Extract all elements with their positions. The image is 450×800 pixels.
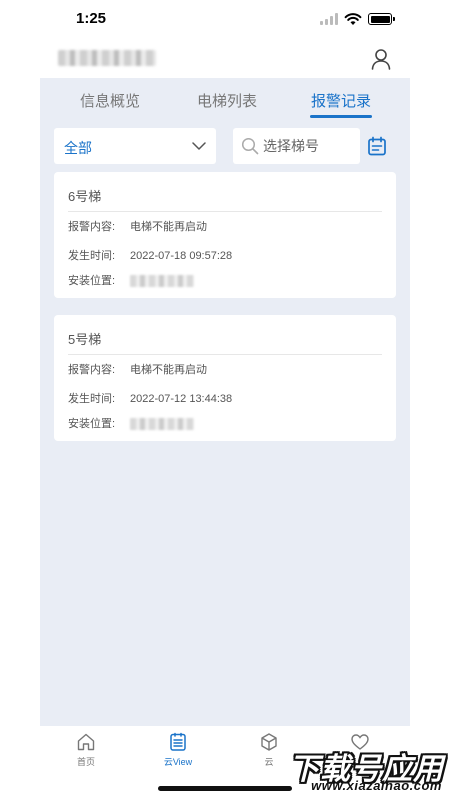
install-location-row: 安装位置: (68, 272, 194, 288)
elevator-search-box (233, 128, 360, 164)
watermark-logo: 下载号应用 www.xiazaihao.com (276, 744, 444, 796)
header-title (58, 50, 156, 66)
tab-overview[interactable]: 信息概览 (80, 90, 140, 111)
wifi-icon (344, 13, 362, 25)
card-elevator-title: 5号梯 (68, 332, 102, 347)
alarm-time-row: 发生时间: 2022-07-12 13:44:38 (68, 390, 232, 406)
status-time: 1:25 (76, 10, 107, 27)
alarm-time-value: 2022-07-18 09:57:28 (130, 250, 233, 262)
alarm-record-card[interactable]: 6号梯 报警内容: 电梯不能再启动 发生时间: 2022-07-18 09:57:2… (54, 172, 396, 298)
status-icons (320, 12, 395, 26)
watermark-url: www.xiazaihao.com (311, 778, 442, 793)
home-icon (77, 733, 95, 751)
card-elevator-title: 6号梯 (68, 189, 102, 204)
nav-home-label: 首页 (76, 757, 95, 767)
install-location-value-blurred (130, 275, 194, 288)
card-divider (68, 211, 382, 212)
battery-icon (368, 13, 395, 25)
nav-home[interactable]: 首页 (56, 732, 116, 768)
install-location-label: 安装位置: (68, 418, 116, 430)
alarm-content-value: 电梯不能再启动 (130, 221, 207, 233)
home-indicator (158, 786, 292, 791)
profile-icon[interactable] (370, 48, 392, 70)
alarm-time-value: 2022-07-12 13:44:38 (130, 393, 233, 405)
alarm-record-card[interactable]: 5号梯 报警内容: 电梯不能再启动 发生时间: 2022-07-12 13:44:3… (54, 315, 396, 441)
nav-cloud-view[interactable]: 云View (148, 732, 208, 768)
tab-bar: 信息概览 电梯列表 报警记录 (40, 78, 410, 122)
filter-select-value: 全部 (64, 140, 92, 156)
active-tab-indicator (310, 115, 372, 118)
alarm-content-label: 报警内容: (68, 221, 116, 233)
card-divider (68, 354, 382, 355)
calendar-icon[interactable] (367, 136, 387, 156)
install-location-row: 安装位置: (68, 415, 194, 431)
install-location-label: 安装位置: (68, 275, 116, 287)
alarm-content-row: 报警内容: 电梯不能再启动 (68, 218, 207, 234)
alarm-time-label: 发生时间: (68, 250, 116, 262)
alarm-content-row: 报警内容: 电梯不能再启动 (68, 361, 207, 377)
main-panel: 信息概览 电梯列表 报警记录 全部 6号梯 报警内容: 电梯不能再启动 发生时间:… (40, 78, 410, 726)
alarm-content-value: 电梯不能再启动 (130, 364, 207, 376)
list-icon (170, 732, 186, 751)
search-icon (241, 137, 259, 155)
alarm-time-row: 发生时间: 2022-07-18 09:57:28 (68, 247, 232, 263)
chevron-down-icon (192, 142, 206, 150)
tab-alarm-records[interactable]: 报警记录 (311, 90, 371, 111)
status-bar: 1:25 (0, 0, 450, 40)
alarm-filter-select[interactable]: 全部 (54, 128, 216, 164)
nav-cloud-view-label: 云View (163, 757, 193, 767)
app-header (40, 40, 410, 78)
signal-icon (320, 13, 338, 25)
elevator-search-input[interactable] (263, 136, 355, 156)
alarm-content-label: 报警内容: (68, 364, 116, 376)
alarm-time-label: 发生时间: (68, 393, 116, 405)
install-location-value-blurred (130, 418, 194, 431)
tab-elevator-list[interactable]: 电梯列表 (197, 90, 257, 111)
